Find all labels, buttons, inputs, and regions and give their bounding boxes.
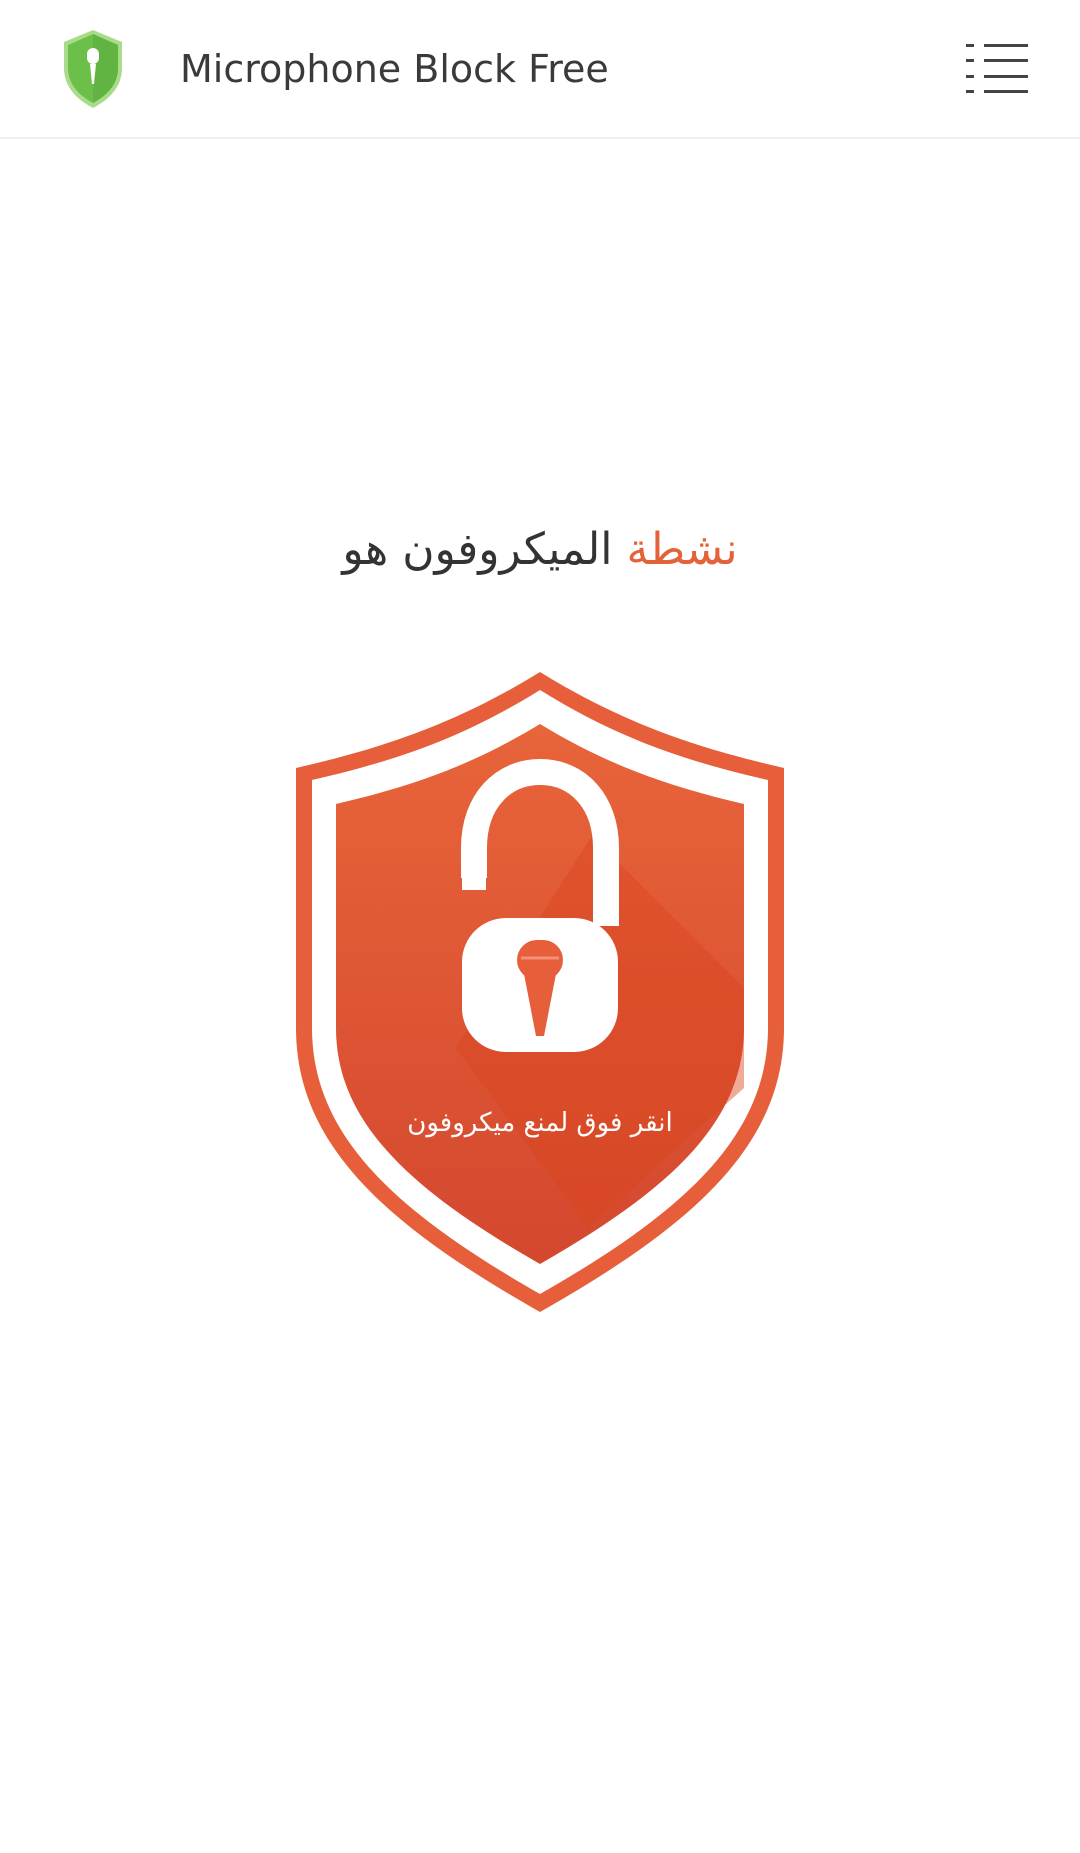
microphone-status-text: نشطة الميكروفون هو (0, 520, 1080, 580)
menu-button[interactable] (966, 40, 1028, 98)
status-accent-word: نشطة (626, 524, 738, 575)
app-title: Microphone Block Free (180, 47, 609, 91)
block-microphone-shield-button[interactable]: انقر فوق لمنع ميكروفون (288, 668, 792, 1316)
shield-caption: انقر فوق لمنع ميكروفون (407, 1108, 673, 1138)
microphone-shield-logo-icon (60, 28, 126, 110)
app-bar: Microphone Block Free (0, 0, 1080, 139)
menu-list-icon (966, 44, 1028, 93)
unlocked-padlock-microphone-icon (296, 672, 784, 1312)
status-rest-text: الميكروفون هو (342, 524, 613, 575)
